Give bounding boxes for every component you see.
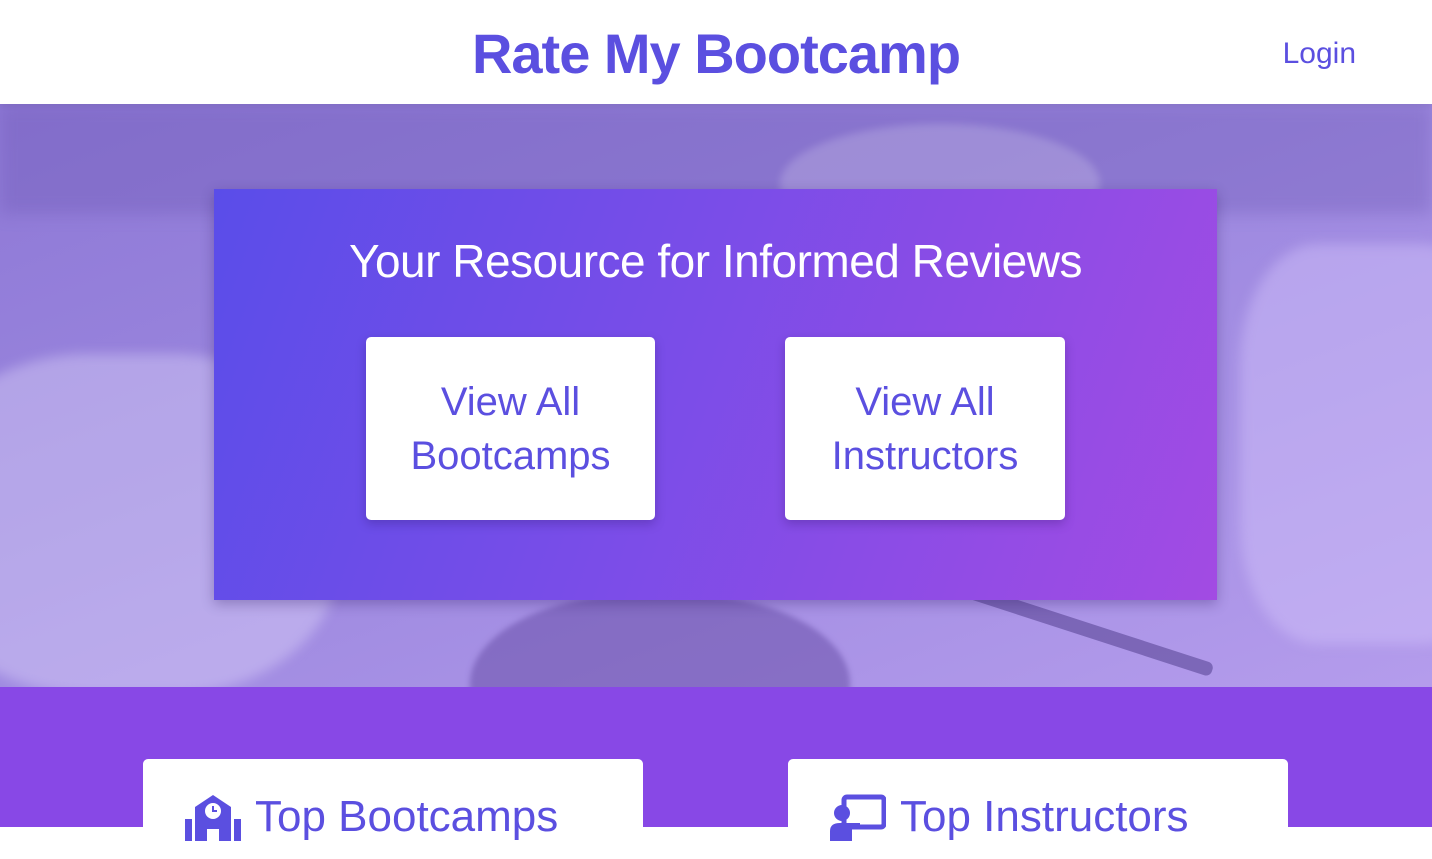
hero-panel: Your Resource for Informed Reviews View … (214, 189, 1217, 600)
button-label-line: View All (855, 379, 995, 424)
site-header: Rate My Bootcamp Login (0, 0, 1432, 104)
view-all-instructors-button[interactable]: View All Instructors (785, 337, 1065, 520)
view-all-bootcamps-button[interactable]: View All Bootcamps (366, 337, 655, 520)
site-logo-title[interactable]: Rate My Bootcamp (0, 22, 1432, 86)
top-lists-section: Top Bootcamps Top Instructors (0, 687, 1432, 859)
card-header: Top Instructors (830, 791, 1189, 843)
hero-background-shape (470, 594, 850, 687)
school-icon (185, 795, 241, 841)
button-label-line: Instructors (831, 433, 1019, 478)
chalkboard-teacher-icon (830, 794, 886, 841)
button-label-line: Bootcamps (410, 433, 611, 478)
card-header: Top Bootcamps (185, 791, 558, 843)
card-title: Top Instructors (900, 792, 1189, 841)
hero-title: Your Resource for Informed Reviews (349, 235, 1082, 287)
login-link[interactable]: Login (1283, 36, 1356, 72)
top-bootcamps-card: Top Bootcamps (143, 759, 643, 859)
top-instructors-card: Top Instructors (788, 759, 1288, 859)
card-title: Top Bootcamps (255, 792, 559, 841)
hero-background-shape (1240, 244, 1432, 644)
button-label-line: View All (440, 379, 581, 424)
